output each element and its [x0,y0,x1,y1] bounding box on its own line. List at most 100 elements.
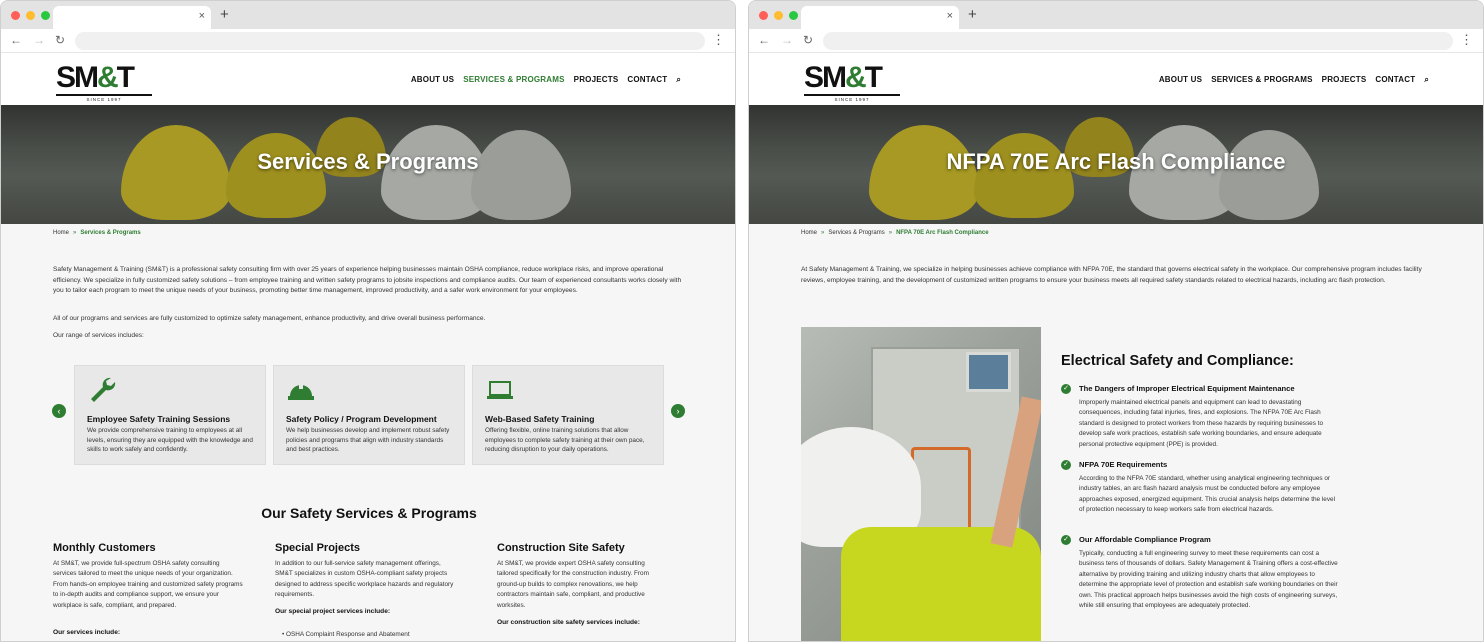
nav-about[interactable]: ABOUT US [1159,75,1202,85]
column-subheading: Our services include: [53,629,121,636]
hero-banner: Services & Programs [1,105,735,224]
nav-about[interactable]: ABOUT US [411,75,454,85]
site-header: SM&T SINCE 1997 ABOUT US SERVICES & PROG… [1,53,735,105]
browser-window-left: × + ← → ↻ ⋮ SM&T SINCE 1997 ABOUT US SER… [0,0,736,642]
maximize-window-button[interactable] [789,11,798,20]
nav-projects[interactable]: PROJECTS [574,75,619,85]
chevron-left-icon[interactable]: ‹ [52,404,66,418]
helmet-image [471,130,571,220]
item-text: According to the NFPA 70E standard, whet… [1079,475,1336,514]
close-window-button[interactable] [759,11,768,20]
breadcrumb: Home » Services & Programs [1,224,735,244]
column-text: At SM&T, we provide expert OSHA safety c… [497,560,649,609]
main-nav: ABOUT US SERVICES & PROGRAMS PROJECTS CO… [411,75,681,85]
browser-tabstrip: × + [749,1,1483,29]
reload-icon[interactable]: ↻ [55,33,65,47]
maximize-window-button[interactable] [41,11,50,20]
column-text: In addition to our full-service safety m… [275,560,454,599]
item-text: Typically, conducting a full engineering… [1079,550,1338,610]
check-icon: ✓ [1061,460,1071,470]
card-title: Web-Based Safety Training [485,414,595,424]
menu-dots-icon[interactable]: ⋮ [712,32,725,48]
breadcrumb-current: Services & Programs [80,230,141,236]
item-text: Improperly maintained electrical panels … [1079,399,1324,448]
browser-tabstrip: × + [1,1,735,29]
service-card[interactable]: Safety Policy / Program Development We h… [273,365,465,465]
logo[interactable]: SM&T SINCE 1997 [56,61,156,102]
section-title: Electrical Safety and Compliance: [1061,353,1294,369]
logo-since: SINCE 1997 [804,94,900,102]
check-icon: ✓ [1061,535,1071,545]
breadcrumb-home[interactable]: Home [801,230,817,236]
logo-text: SM [804,61,847,94]
page-title: Services & Programs [257,149,479,174]
back-arrow-icon[interactable]: ← [758,33,770,47]
logo-text: T [864,61,883,94]
browser-tab[interactable]: × [53,6,211,29]
column-text: At SM&T, we provide full-spectrum OSHA s… [53,560,243,609]
minimize-window-button[interactable] [774,11,783,20]
main-nav: ABOUT US SERVICES & PROGRAMS PROJECTS CO… [1159,75,1429,85]
item-title: Our Affordable Compliance Program [1079,535,1211,544]
intro-paragraph-3: Our range of services includes: [53,332,144,339]
intro-paragraph-2: All of our programs and services are ful… [53,315,486,322]
search-icon[interactable]: ⌕ [676,75,681,85]
panel-display-image [966,352,1011,392]
card-title: Employee Safety Training Sessions [87,414,231,424]
nav-contact[interactable]: CONTACT [1375,75,1415,85]
list-item-text: OSHA Complaint Response and Abatement [286,631,410,638]
intro-paragraph: At Safety Management & Training, we spec… [801,266,1422,284]
service-card[interactable]: Web-Based Safety Training Offering flexi… [472,365,664,465]
service-card[interactable]: Employee Safety Training Sessions We pro… [74,365,266,465]
card-text: Offering flexible, online training solut… [485,427,645,453]
breadcrumb-separator: » [888,230,893,236]
menu-dots-icon[interactable]: ⋮ [1460,32,1473,48]
breadcrumb: Home» Services & Programs» NFPA 70E Arc Fl… [749,224,1483,244]
tab-close-icon[interactable]: × [199,10,205,22]
logo-text: SM [56,61,99,94]
item-title: The Dangers of Improper Electrical Equip… [1079,384,1295,393]
close-window-button[interactable] [11,11,20,20]
logo-ampersand: & [845,61,867,94]
nav-services[interactable]: SERVICES & PROGRAMS [1211,75,1312,85]
browser-tab[interactable]: × [801,6,959,29]
nav-projects[interactable]: PROJECTS [1322,75,1367,85]
hero-banner: NFPA 70E Arc Flash Compliance [749,105,1483,224]
minimize-window-button[interactable] [26,11,35,20]
forward-arrow-icon[interactable]: → [781,33,793,47]
search-icon[interactable]: ⌕ [1424,75,1429,85]
breadcrumb-separator: » [821,230,825,236]
new-tab-icon[interactable]: + [968,6,977,23]
forward-arrow-icon[interactable]: → [33,33,45,47]
logo[interactable]: SM&T SINCE 1997 [804,61,904,102]
breadcrumb-services[interactable]: Services & Programs [828,230,884,236]
reload-icon[interactable]: ↻ [803,33,813,47]
electrician-photo [801,327,1041,641]
nav-contact[interactable]: CONTACT [627,75,667,85]
logo-ampersand: & [97,61,119,94]
chevron-right-icon[interactable]: › [671,404,685,418]
card-title: Safety Policy / Program Development [286,414,437,424]
card-text: We provide comprehensive training to emp… [87,427,253,453]
helmet-image [1219,130,1319,220]
window-controls [11,11,50,20]
browser-window-right: × + ← → ↻ ⋮ SM&T SINCE 1997 ABOUT US SER… [748,0,1484,642]
tab-close-icon[interactable]: × [947,10,953,22]
browser-toolbar: ← → ↻ ⋮ [1,29,735,53]
window-controls [759,11,798,20]
intro-paragraph: Safety Management & Training (SM&T) is a… [53,266,682,294]
address-bar[interactable] [75,32,705,50]
item-title: NFPA 70E Requirements [1079,460,1168,469]
column-title: Construction Site Safety [497,542,625,554]
column-subheading: Our special project services include: [275,608,391,615]
nav-services[interactable]: SERVICES & PROGRAMS [463,75,564,85]
back-arrow-icon[interactable]: ← [10,33,22,47]
address-bar[interactable] [823,32,1453,50]
breadcrumb-home[interactable]: Home [53,230,69,236]
column-title: Monthly Customers [53,542,156,554]
helmet-image [974,133,1074,218]
breadcrumb-current: NFPA 70E Arc Flash Compliance [896,230,989,236]
breadcrumb-separator: » [73,230,77,236]
section-title: Our Safety Services & Programs [261,505,477,521]
new-tab-icon[interactable]: + [220,6,229,23]
